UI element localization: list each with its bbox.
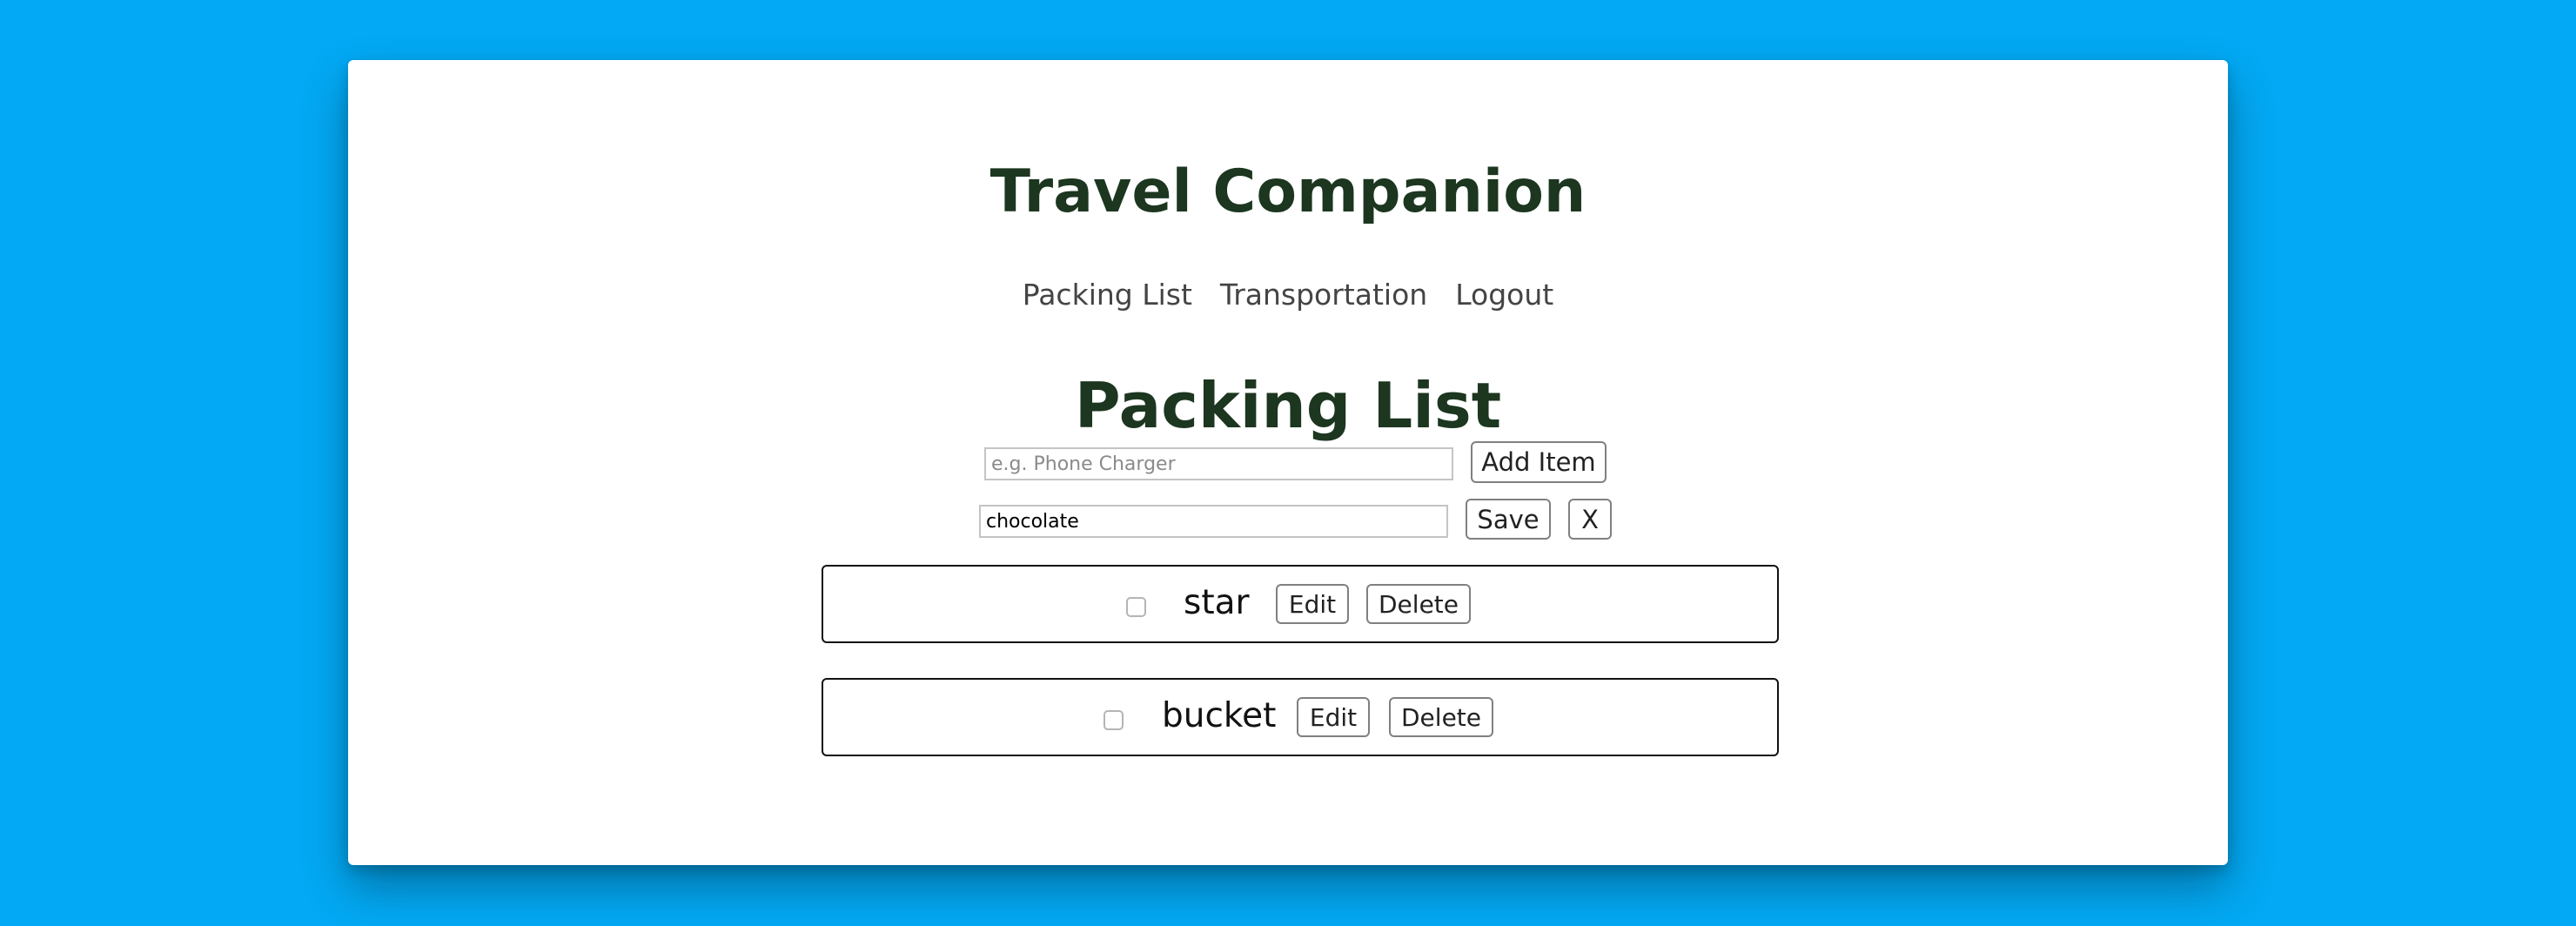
nav-link-transportation[interactable]: Transportation <box>1220 272 1427 319</box>
edit-item-input[interactable] <box>979 505 1448 538</box>
item-checkbox[interactable] <box>1104 710 1124 730</box>
app-card: Travel Companion Packing List Transporta… <box>348 60 2228 865</box>
list-item: star Edit Delete <box>822 565 1779 643</box>
item-checkbox[interactable] <box>1126 597 1146 617</box>
page-title: Packing List <box>1074 369 1502 442</box>
item-name: bucket <box>1162 696 1277 735</box>
delete-item-button[interactable]: Delete <box>1389 697 1493 737</box>
item-name: star <box>1184 583 1250 622</box>
save-button[interactable]: Save <box>1466 499 1551 540</box>
app-title: Travel Companion <box>989 158 1587 226</box>
list-item: bucket Edit Delete <box>822 678 1779 756</box>
cancel-edit-button[interactable]: X <box>1568 499 1612 540</box>
main-nav: Packing List Transportation Logout <box>348 272 2228 319</box>
nav-link-logout[interactable]: Logout <box>1455 272 1553 319</box>
edit-item-button[interactable]: Edit <box>1276 584 1349 624</box>
add-item-button[interactable]: Add Item <box>1471 441 1607 483</box>
new-item-input[interactable] <box>984 447 1453 480</box>
nav-link-packing-list[interactable]: Packing List <box>1023 272 1192 319</box>
delete-item-button[interactable]: Delete <box>1366 584 1471 624</box>
edit-item-button[interactable]: Edit <box>1297 697 1370 737</box>
